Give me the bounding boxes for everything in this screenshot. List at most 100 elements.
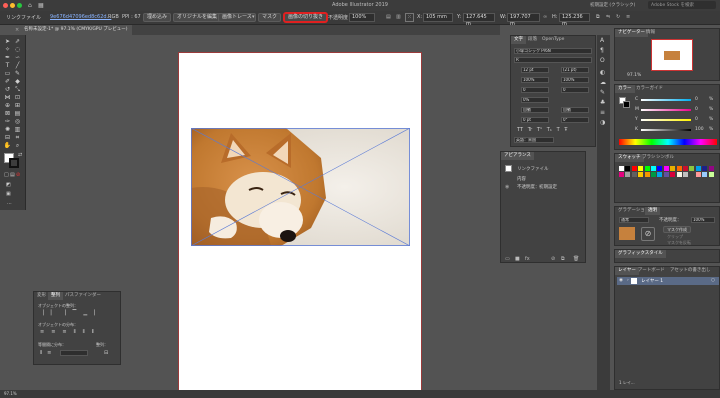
screen-mode-icon[interactable]: ▣ [6, 191, 11, 197]
shaper-tool-icon[interactable]: ✐ [3, 78, 12, 85]
tab-color[interactable]: カラー [615, 85, 635, 93]
tab-pathfinder[interactable]: パスファインダー [62, 292, 104, 300]
color-swatch[interactable] [689, 172, 695, 178]
channel-m-value[interactable]: 0 [695, 107, 698, 112]
add-effect-icon[interactable]: fx [525, 256, 530, 262]
duplicate-item-icon[interactable]: ⧉ [561, 256, 565, 262]
eyedropper-tool-icon[interactable]: ✑ [3, 118, 12, 125]
mask-button[interactable]: マスク [258, 13, 282, 22]
tab-info[interactable]: 情報 [643, 29, 658, 37]
lasso-tool-icon[interactable]: ◌ [13, 46, 22, 53]
rotation-field[interactable]: 0° [561, 117, 589, 123]
eye-icon[interactable]: ◉ [505, 184, 509, 190]
color-swatch[interactable] [670, 172, 676, 178]
document-tab[interactable]: × 名称未設定-1* @ 97.1% (CMYK/GPU プレビュー) [12, 25, 132, 35]
pen-tool-icon[interactable]: ✒ [3, 54, 12, 61]
crop-icon[interactable]: ⧉ [596, 14, 600, 20]
transparency-opacity-field[interactable]: 100% [691, 217, 715, 223]
color-swatch[interactable] [708, 166, 714, 171]
crop-image-button[interactable]: 画像の切り抜き [284, 13, 328, 22]
visibility-eye-icon[interactable]: ◉ [619, 278, 623, 283]
character-panel-icon[interactable]: A [600, 37, 604, 44]
color-swatch[interactable] [676, 166, 682, 171]
layer-name[interactable]: レイヤー 1 [641, 278, 663, 284]
paintbrush-tool-icon[interactable]: ✎ [13, 70, 22, 77]
color-swatch[interactable] [683, 172, 688, 178]
aki-right-field[interactable]: 自動 [561, 107, 589, 113]
symbol-sprayer-tool-icon[interactable]: ✺ [3, 126, 12, 133]
appearance-panel-icon[interactable]: ◐ [600, 69, 605, 76]
color-swatch[interactable] [638, 166, 644, 171]
mask-thumbnail-icon[interactable]: ⊘ [641, 227, 655, 241]
menu-icon[interactable]: ≡ [626, 14, 630, 20]
expand-chevron-icon[interactable]: › [627, 278, 629, 283]
new-fill-icon[interactable]: ■ [515, 256, 520, 262]
channel-k-slider[interactable] [641, 129, 691, 131]
color-swatch[interactable] [702, 166, 708, 171]
color-swatch[interactable] [708, 172, 714, 178]
tracking-field[interactable]: 0 [561, 87, 589, 93]
color-swatch[interactable] [625, 172, 631, 178]
stock-search-input[interactable]: Adobe Stock を検索 [648, 1, 716, 9]
invert-mask-checkbox-label[interactable]: マスクを反転 [667, 240, 691, 246]
reference-point-icon[interactable]: ⁙ [405, 13, 414, 22]
graphic-style-title[interactable]: グラフィックスタイル [615, 250, 666, 258]
x-field[interactable]: 105 mm [423, 13, 453, 22]
tab-symbols[interactable]: シンボル [653, 154, 677, 162]
channel-m-slider[interactable] [641, 109, 691, 111]
distribute-objects-buttons[interactable]: ≡≡≡⫴⫴⫴ [40, 329, 101, 335]
type-tool-icon[interactable]: T [3, 62, 12, 69]
transform-icon[interactable]: ▥ [396, 14, 401, 20]
color-swatch[interactable] [657, 166, 663, 171]
horizontal-scale-field[interactable]: 100% [561, 77, 589, 83]
mesh-tool-icon[interactable]: ⊠ [3, 110, 12, 117]
align-objects-buttons[interactable]: ▕▏▕▔▁▏ [40, 310, 105, 316]
align-icon[interactable]: ▤ [386, 14, 391, 20]
gradient-mode-icon[interactable]: ▤ [10, 172, 15, 178]
linked-file-name[interactable]: 9e676d47096ed8c62d... [50, 14, 111, 20]
channel-y-value[interactable]: 0 [695, 117, 698, 122]
embed-button[interactable]: 埋め込み [143, 13, 172, 22]
edit-original-button[interactable]: オリジナルを編集 [173, 13, 222, 22]
tab-transparency[interactable]: 透明 [645, 207, 660, 215]
h-field[interactable]: 125.236 m [559, 13, 590, 27]
color-swatch[interactable] [619, 166, 624, 171]
selection-tool-icon[interactable]: ➤ [3, 38, 12, 45]
tab-opentype[interactable]: OpenType [539, 36, 567, 44]
brushes-panel-icon[interactable]: ✎ [600, 89, 605, 96]
color-spectrum-bar[interactable] [619, 139, 717, 145]
hand-tool-icon[interactable]: ✋ [3, 142, 12, 149]
width-tool-icon[interactable]: ⋈ [3, 94, 12, 101]
target-icon[interactable]: ○ [711, 278, 715, 283]
color-swatch[interactable] [670, 166, 676, 171]
w-field[interactable]: 197.707 m [507, 13, 540, 27]
close-tab-icon[interactable]: × [15, 25, 19, 35]
vertical-scale-field[interactable]: 100% [521, 77, 549, 83]
chevron-down-icon[interactable]: ▾ [252, 14, 255, 20]
color-swatch[interactable] [631, 172, 637, 178]
stroke-color-swatch[interactable] [9, 158, 19, 168]
tab-asset-export[interactable]: アセットの書き出し [667, 267, 713, 275]
rotate-icon[interactable]: ↻ [616, 14, 620, 20]
magic-wand-tool-icon[interactable]: ✧ [3, 46, 12, 53]
color-swatch[interactable] [651, 172, 656, 178]
tsume-field[interactable]: 0% [521, 97, 549, 103]
libraries-panel-icon[interactable]: ☁ [600, 79, 606, 86]
free-transform-tool-icon[interactable]: ⊡ [13, 94, 22, 101]
direct-selection-tool-icon[interactable]: ⇗ [13, 38, 22, 45]
color-swatch[interactable] [663, 172, 669, 178]
color-swatch[interactable] [631, 166, 637, 171]
image-trace-button[interactable]: 画像トレース [218, 13, 256, 22]
color-swatch[interactable] [657, 172, 663, 178]
channel-k-value[interactable]: 100 [695, 127, 704, 132]
spacing-field[interactable] [60, 350, 88, 356]
baseline-field[interactable]: 0 pt [521, 117, 549, 123]
color-swatch[interactable] [695, 166, 701, 171]
font-size-field[interactable]: 12 pt [521, 67, 549, 73]
blend-tool-icon[interactable]: ◎ [13, 118, 22, 125]
perspective-grid-tool-icon[interactable]: ⊞ [13, 102, 22, 109]
line-tool-icon[interactable]: ╱ [13, 62, 22, 69]
font-family-field[interactable]: 小塚ゴシック Pr6N [514, 48, 592, 54]
make-mask-button[interactable]: マスク作成 [663, 226, 691, 233]
color-swatch[interactable] [695, 172, 701, 178]
